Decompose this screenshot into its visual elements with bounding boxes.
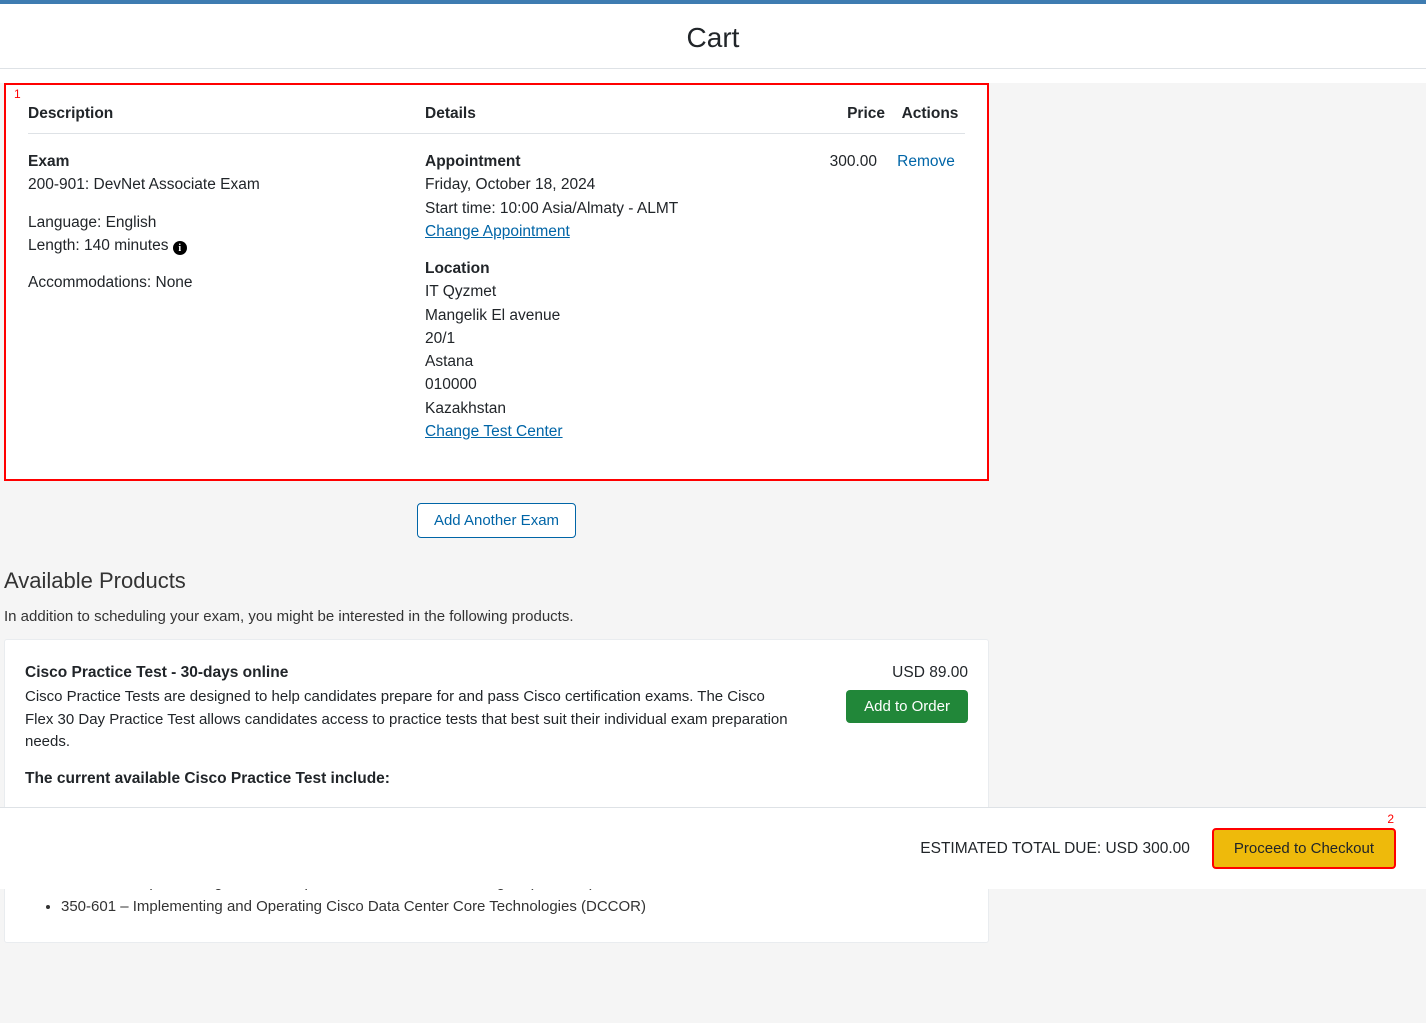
exam-accommodations: Accommodations: None	[28, 271, 417, 294]
highlight-marker-2: 2	[1387, 812, 1394, 826]
remove-link[interactable]: Remove	[897, 153, 955, 170]
exam-length: Length: 140 minutes	[28, 237, 168, 254]
list-item: 350-601 – Implementing and Operating Cis…	[61, 895, 788, 918]
product-price: USD 89.00	[828, 664, 968, 682]
highlight-marker-1: 1	[14, 87, 21, 101]
cart-panel: 1 Description Details Price Actions Exam	[4, 83, 989, 481]
exam-label: Exam	[28, 150, 417, 173]
col-header-description: Description	[28, 91, 425, 134]
estimated-total: ESTIMATED TOTAL DUE: USD 300.00	[920, 840, 1190, 858]
product-title: Cisco Practice Test - 30-days online	[25, 664, 788, 682]
exam-language: Language: English	[28, 211, 417, 234]
appointment-date: Friday, October 18, 2024	[425, 173, 797, 196]
add-to-order-button[interactable]: Add to Order	[846, 690, 968, 723]
col-header-details: Details	[425, 91, 805, 134]
exam-length-row: Length: 140 minutes i	[28, 234, 417, 257]
page-title: Cart	[0, 22, 1426, 54]
footer-bar: ESTIMATED TOTAL DUE: USD 300.00 2 Procee…	[0, 807, 1426, 889]
cart-row: Exam 200-901: DevNet Associate Exam Lang…	[28, 134, 965, 458]
total-value: USD 300.00	[1105, 840, 1189, 857]
product-description: Cisco Practice Tests are designed to hel…	[25, 686, 788, 754]
available-products-intro: In addition to scheduling your exam, you…	[4, 608, 989, 625]
cart-table: Description Details Price Actions Exam 2…	[28, 91, 965, 457]
exam-name: 200-901: DevNet Associate Exam	[28, 173, 417, 196]
proceed-to-checkout-button[interactable]: Proceed to Checkout	[1212, 828, 1396, 869]
location-line-6: Kazakhstan	[425, 397, 797, 420]
item-price: 300.00	[830, 153, 877, 170]
available-products-heading: Available Products	[4, 568, 989, 594]
info-icon[interactable]: i	[173, 241, 187, 255]
page-header: Cart	[0, 4, 1426, 69]
location-line-4: Astana	[425, 350, 797, 373]
location-line-3: 20/1	[425, 327, 797, 350]
appointment-start: Start time: 10:00 Asia/Almaty - ALMT	[425, 197, 797, 220]
change-appointment-link[interactable]: Change Appointment	[425, 223, 570, 240]
appointment-label: Appointment	[425, 150, 797, 173]
location-label: Location	[425, 257, 797, 280]
location-line-1: IT Qyzmet	[425, 280, 797, 303]
total-label: ESTIMATED TOTAL DUE:	[920, 840, 1105, 857]
location-line-5: 010000	[425, 373, 797, 396]
col-header-price: Price	[805, 91, 885, 134]
col-header-actions: Actions	[885, 91, 965, 134]
location-line-2: Mangelik El avenue	[425, 304, 797, 327]
product-subhead: The current available Cisco Practice Tes…	[25, 770, 788, 788]
product-card: Cisco Practice Test - 30-days online Cis…	[4, 639, 989, 943]
add-another-exam-button[interactable]: Add Another Exam	[417, 503, 576, 538]
change-test-center-link[interactable]: Change Test Center	[425, 423, 563, 440]
